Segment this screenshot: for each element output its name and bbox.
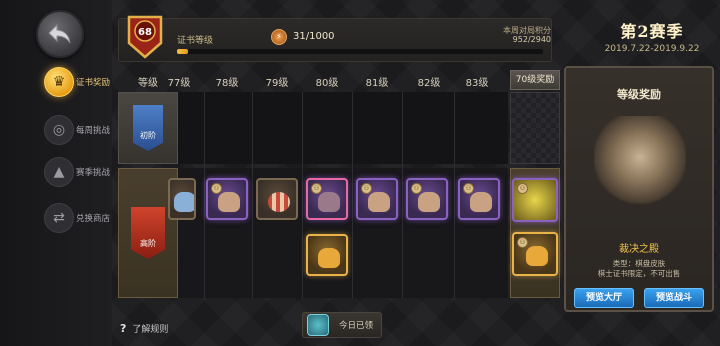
level-col-82: 82级 <box>417 78 441 89</box>
level-70-reward-header: 70级奖励 <box>510 70 560 90</box>
level-70-basic-slot <box>510 92 560 164</box>
certificate-icon: ♛ <box>44 67 74 97</box>
level-value: 68 <box>138 27 152 38</box>
reward-item-77[interactable] <box>168 178 196 220</box>
sidebar-item-label: 兑换商店 <box>76 214 111 224</box>
sidebar-item-certificate[interactable]: ♛ 证书奖励 <box>44 62 114 102</box>
xp-progress-fill <box>177 49 189 54</box>
rules-label: 了解规则 <box>132 325 169 335</box>
weekly-challenge-icon: ◎ <box>44 115 74 145</box>
panel-title: 等级奖励 <box>617 88 661 101</box>
tier-label: 初阶 <box>140 131 156 140</box>
tier-basic: 初阶 <box>118 92 178 164</box>
sidebar: ♛ 证书奖励 ◎ 每周挑战 ▲ 赛季挑战 ⇄ 兑换商店 <box>0 0 112 346</box>
season-dates: 2019.7.22-2019.9.22 <box>604 44 700 54</box>
level-badge: 68 <box>127 15 163 59</box>
reward-art <box>174 192 194 212</box>
reward-type-icon: ⚇ <box>311 183 322 194</box>
reward-item-82[interactable]: ⚇ <box>406 178 448 220</box>
level-col-78: 78级 <box>215 78 239 89</box>
column-divider <box>402 92 403 298</box>
reward-art <box>418 192 440 212</box>
reward-item-80[interactable]: ⚇ <box>306 178 348 220</box>
sidebar-item-weekly[interactable]: ◎ 每周挑战 <box>44 110 114 150</box>
level-bar: 68 证书等级 ⚡ 31/1000 本周对局积分 952/2940 <box>118 15 552 62</box>
rules-link[interactable]: ? 了解规则 <box>120 322 168 335</box>
column-divider <box>302 92 303 298</box>
reward-item-78[interactable]: ⚇ <box>206 178 248 220</box>
daily-claim-button[interactable]: 今日已领 <box>302 312 382 338</box>
column-divider <box>204 92 205 298</box>
cert-level-label: 证书等级 <box>177 36 214 46</box>
reward-type-icon: ⚇ <box>517 237 528 248</box>
reward-detail-panel: 等级奖励 裁决之殿 类型：棋盘皮肤 棋士证书限定，不可出售 预览大厅 预览战斗 <box>564 66 714 312</box>
level-col-79: 79级 <box>265 78 289 89</box>
season-title: 第2赛季 <box>620 22 684 41</box>
preview-battle-button[interactable]: 预览战斗 <box>644 288 704 308</box>
column-divider <box>352 92 353 298</box>
advanced-tier-banner: 高阶 <box>131 207 165 259</box>
sidebar-item-season[interactable]: ▲ 赛季挑战 <box>44 152 114 192</box>
reward-art <box>368 192 390 212</box>
column-divider <box>252 92 253 298</box>
reward-art <box>318 192 340 212</box>
xp-icon: ⚡ <box>271 29 287 45</box>
reward-type-icon: ⚇ <box>517 183 528 194</box>
reward-type-icon: ⚇ <box>463 183 474 194</box>
preview-hall-button[interactable]: 预览大厅 <box>574 288 634 308</box>
level-70-reward-1[interactable]: ⚇ <box>512 178 558 222</box>
level-col-83: 83级 <box>465 78 489 89</box>
sidebar-item-label: 证书奖励 <box>76 78 111 88</box>
reward-art <box>470 192 492 212</box>
daily-claim-label: 今日已领 <box>339 321 374 331</box>
tier-label: 高阶 <box>140 239 156 248</box>
reward-item-81[interactable]: ⚇ <box>356 178 398 220</box>
season-info: 第2赛季 2019.7.22-2019.9.22 <box>592 18 712 58</box>
reward-item-83[interactable]: ⚇ <box>458 178 500 220</box>
level-col-77: 77级 <box>167 78 191 89</box>
reward-name: 裁决之殿 <box>619 244 659 255</box>
reward-type-icon: ⚇ <box>361 183 372 194</box>
column-divider <box>454 92 455 298</box>
reward-type-icon: ⚇ <box>211 183 222 194</box>
reward-art <box>268 192 290 212</box>
reward-note: 棋士证书限定，不可出售 <box>597 269 681 278</box>
level-col-80: 80级 <box>315 78 339 89</box>
level-col-81: 81级 <box>365 78 389 89</box>
back-button[interactable] <box>36 10 84 58</box>
exchange-shop-icon: ⇄ <box>44 203 74 233</box>
sidebar-item-label: 每周挑战 <box>76 126 111 136</box>
xp-progress: 31/1000 <box>293 31 335 42</box>
reward-art <box>218 192 240 212</box>
reward-type-icon: ⚇ <box>411 183 422 194</box>
season-challenge-icon: ▲ <box>44 157 74 187</box>
question-icon: ? <box>120 322 127 335</box>
sidebar-item-shop[interactable]: ⇄ 兑换商店 <box>44 198 114 238</box>
weekly-score-value: 952/2940 <box>512 35 551 44</box>
back-arrow-icon <box>48 23 71 44</box>
reward-item-79[interactable] <box>256 178 298 220</box>
treasure-chest-icon <box>318 248 340 268</box>
xp-progress-bar <box>177 49 543 54</box>
reward-item-80-extra[interactable] <box>306 234 348 276</box>
basic-tier-banner: 初阶 <box>133 105 163 151</box>
reward-art <box>526 246 548 266</box>
board-skin-preview <box>594 116 686 208</box>
sidebar-item-label: 赛季挑战 <box>76 168 111 178</box>
level-header-row: 等级 77级 78级 79级 80级 81级 82级 83级 <box>118 70 508 90</box>
daily-reward-icon <box>307 314 329 336</box>
level-70-reward-2[interactable]: ⚇ <box>512 232 558 276</box>
